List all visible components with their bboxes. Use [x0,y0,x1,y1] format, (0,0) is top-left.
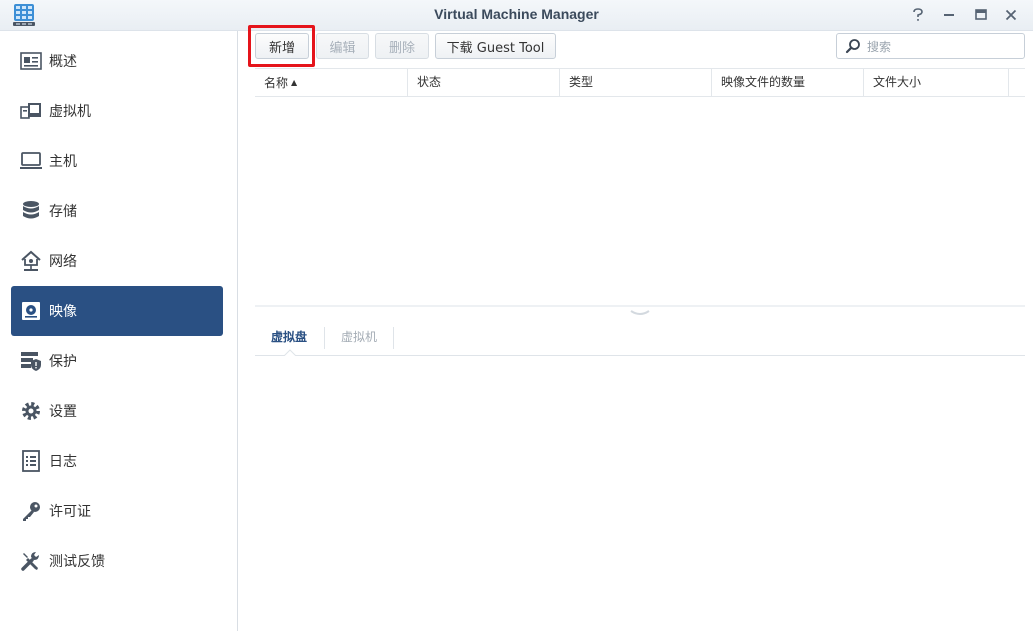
help-icon[interactable] [909,6,927,24]
settings-icon [19,399,43,423]
sidebar-item-label: 日志 [49,454,77,470]
sidebar-item-log[interactable]: 日志 [11,436,223,486]
panel-splitter[interactable] [255,305,1025,307]
add-button-highlight [248,25,315,67]
host-icon [19,149,43,173]
sidebar-item-label: 主机 [49,154,77,170]
close-icon[interactable] [1002,6,1020,24]
sidebar-item-overview[interactable]: 概述 [11,36,223,86]
storage-icon [19,199,43,223]
virtual-machine-icon [19,99,43,123]
maximize-icon[interactable] [972,6,990,24]
title-bar: Virtual Machine Manager [0,0,1033,31]
download-guest-tool-button[interactable]: 下载 Guest Tool [435,33,556,59]
protection-icon [19,349,43,373]
log-icon [19,449,43,473]
column-header-file-size[interactable]: 文件大小 [864,69,1009,96]
sidebar: 概述 虚拟机 主机 存储 网络 映像 保护 设置 日志 许可证 测试反馈 [0,31,238,631]
image-icon [19,299,43,323]
tab-divider [393,327,394,349]
feedback-tools-icon [19,549,43,573]
minimize-icon[interactable] [940,6,958,24]
column-header-image-count[interactable]: 映像文件的数量 [712,69,864,96]
sidebar-item-settings[interactable]: 设置 [11,386,223,436]
splitter-grip-icon[interactable] [629,309,651,317]
sidebar-item-feedback[interactable]: 测试反馈 [11,536,223,586]
sidebar-item-protection[interactable]: 保护 [11,336,223,386]
sidebar-item-virtual-machine[interactable]: 虚拟机 [11,86,223,136]
delete-button[interactable]: 删除 [375,33,429,59]
sidebar-item-label: 测试反馈 [49,554,105,570]
search-input[interactable] [865,37,1019,57]
image-table-header: 名称 ▲ 状态 类型 映像文件的数量 文件大小 [255,68,1025,97]
column-header-type[interactable]: 类型 [560,69,712,96]
column-header-name[interactable]: 名称 ▲ [255,69,408,96]
tab-virtual-machine[interactable]: 虚拟机 [325,322,393,355]
active-tab-caret-icon [284,349,296,356]
search-icon [845,39,860,54]
sidebar-item-label: 虚拟机 [49,104,91,120]
edit-button[interactable]: 编辑 [316,33,369,59]
sidebar-item-network[interactable]: 网络 [11,236,223,286]
sidebar-item-label: 概述 [49,54,77,70]
sidebar-item-image[interactable]: 映像 [11,286,223,336]
sidebar-item-label: 映像 [49,304,77,320]
detail-tabs: 虚拟盘 虚拟机 [255,322,1025,356]
sidebar-item-label: 许可证 [49,504,91,520]
overview-icon [19,49,43,73]
search-box[interactable] [836,33,1025,59]
image-table-body [255,96,1025,304]
sidebar-item-license[interactable]: 许可证 [11,486,223,536]
sidebar-item-host[interactable]: 主机 [11,136,223,186]
detail-panel-body [255,356,1025,626]
column-header-status[interactable]: 状态 [408,69,560,96]
sort-ascending-icon: ▲ [291,78,298,87]
sidebar-item-label: 设置 [49,404,77,420]
sidebar-item-storage[interactable]: 存储 [11,186,223,236]
license-key-icon [19,499,43,523]
network-icon [19,249,43,273]
sidebar-item-label: 网络 [49,254,77,270]
sidebar-item-label: 存储 [49,204,77,220]
window-title: Virtual Machine Manager [434,6,599,22]
sidebar-item-label: 保护 [49,354,77,370]
